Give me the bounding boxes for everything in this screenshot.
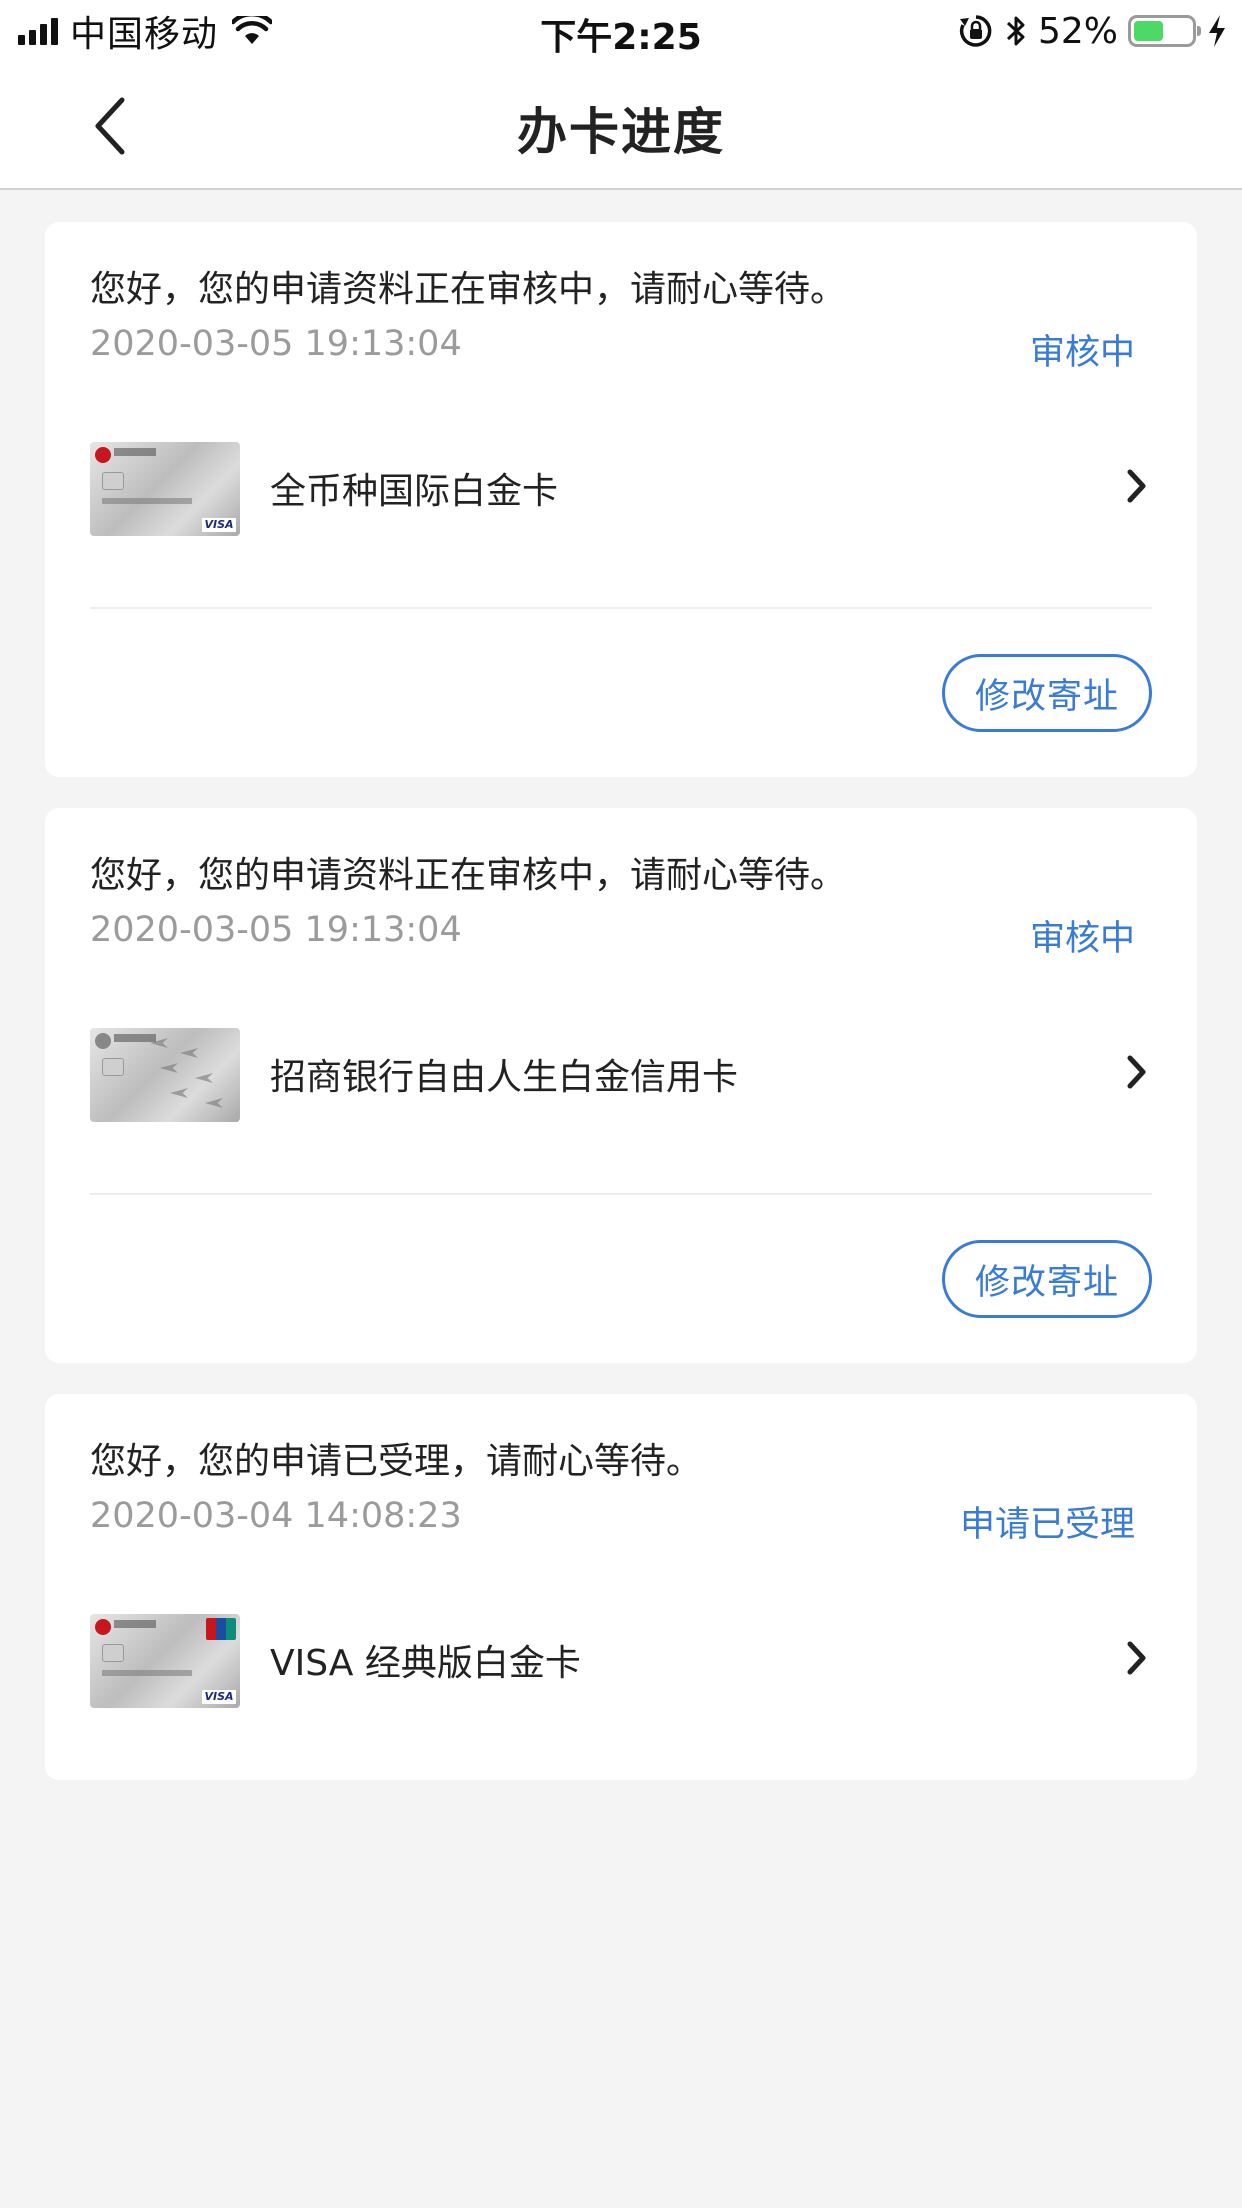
application-timestamp: 2020-03-04 14:08:23 [90,1496,462,1536]
application-message: 您好，您的申请资料正在审核中，请耐心等待。 [90,269,847,310]
card-thumbnail: VISA [90,1614,240,1708]
battery-percent: 52% [1037,10,1118,52]
chevron-right-icon [1122,464,1152,508]
application-status: 审核中 [1029,919,1135,959]
page-title: 办卡进度 [517,103,725,161]
status-bar-right: 52% [958,8,1228,54]
edit-address-button[interactable]: 修改寄址 [942,1240,1152,1318]
chevron-right-icon [1122,1050,1152,1094]
card-product-row[interactable]: 招商银行自由人生白金信用卡 [90,1026,1152,1122]
card-product-row[interactable]: VISA VISA 经典版白金卡 [90,1612,1152,1708]
card-product-name: 全币种国际白金卡 [270,471,559,512]
battery-icon [1128,15,1201,47]
card-product-name: 招商银行自由人生白金信用卡 [270,1057,739,1098]
application-status: 申请已受理 [959,1505,1135,1545]
divider [90,1193,1152,1195]
application-card: 您好，您的申请资料正在审核中，请耐心等待。 2020-03-05 19:13:0… [45,808,1197,1363]
card-thumbnail: VISA [90,442,240,536]
card-product-name: VISA 经典版白金卡 [270,1643,581,1684]
divider [90,607,1152,609]
application-timestamp: 2020-03-05 19:13:04 [90,910,462,950]
chevron-right-icon [1122,1636,1152,1680]
application-message: 您好，您的申请已受理，请耐心等待。 [90,1441,703,1482]
application-card: 您好，您的申请资料正在审核中，请耐心等待。 2020-03-05 19:13:0… [45,222,1197,777]
battery-level [1134,21,1163,41]
status-bar: 中国移动 下午2:25 52% [0,0,1242,62]
application-status: 审核中 [1029,333,1135,373]
charging-icon [1209,15,1225,47]
card-product-row[interactable]: VISA 全币种国际白金卡 [90,440,1152,536]
bluetooth-icon [1006,16,1025,46]
nav-bar: 办卡进度 [0,62,1242,190]
card-thumbnail [90,1028,240,1122]
edit-address-button[interactable]: 修改寄址 [942,654,1152,732]
application-message: 您好，您的申请资料正在审核中，请耐心等待。 [90,855,847,896]
application-timestamp: 2020-03-05 19:13:04 [90,324,462,364]
rotation-lock-icon [959,15,992,47]
application-card: 您好，您的申请已受理，请耐心等待。 2020-03-04 14:08:23 申请… [45,1394,1197,1780]
